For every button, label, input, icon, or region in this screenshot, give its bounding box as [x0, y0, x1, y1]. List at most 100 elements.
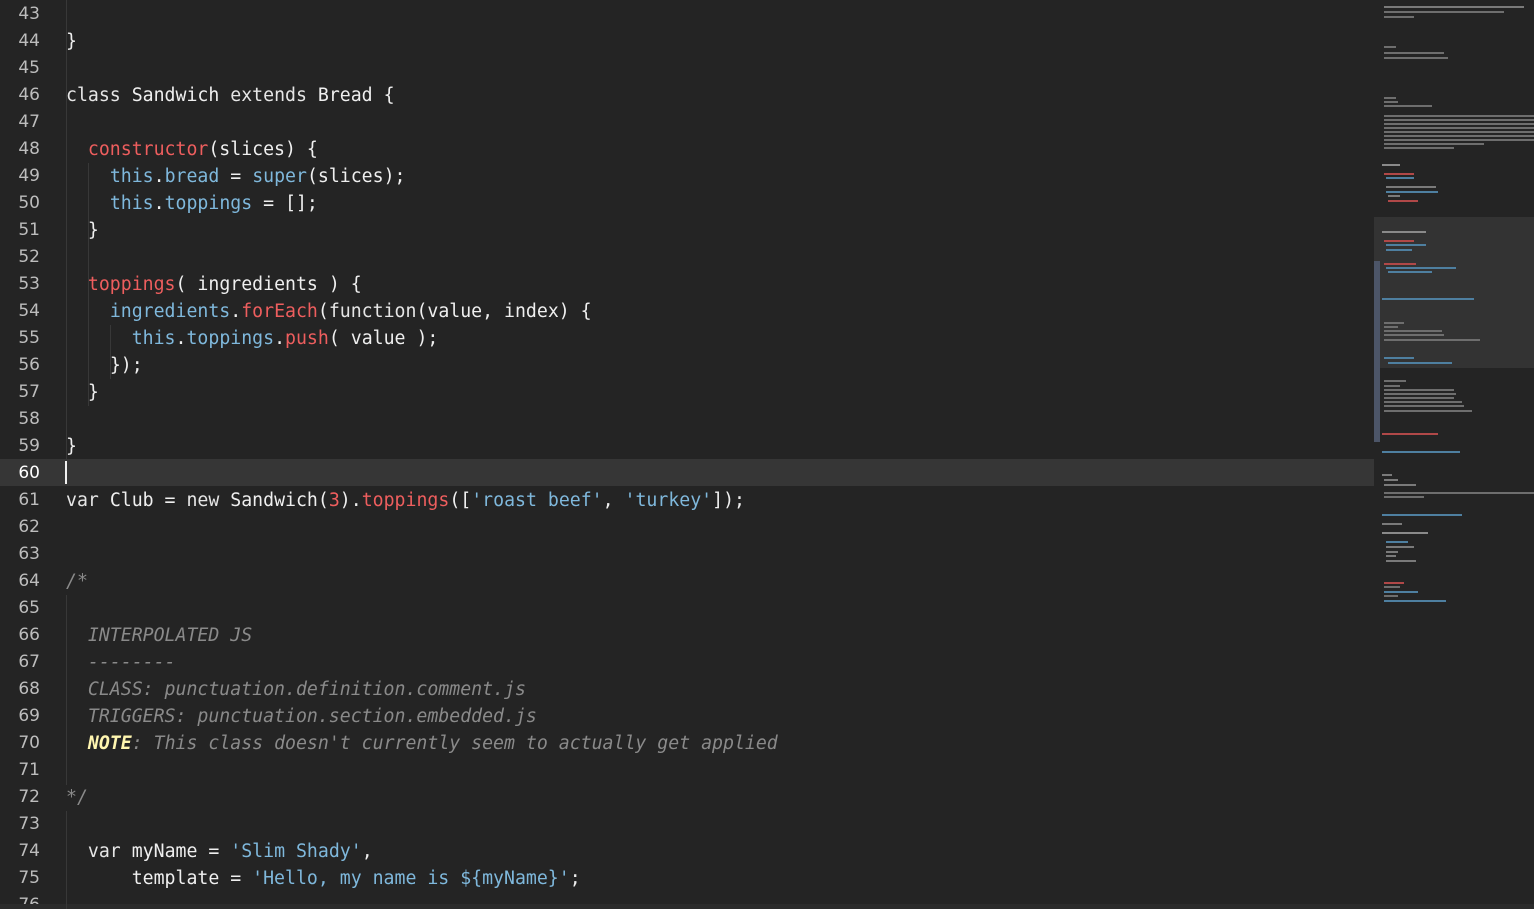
line-number-gutter[interactable]: 43 44 45 46 47 48 49 50 51 52 53 54 55 56 57 58 59 60 61 62… [0, 0, 56, 909]
code-token: new [186, 490, 231, 511]
minimap-stroke [1382, 164, 1400, 166]
line-number[interactable]: 55 [0, 325, 40, 352]
minimap-stroke [1384, 600, 1446, 602]
code-token: . [230, 301, 242, 322]
line-number[interactable]: 47 [0, 109, 40, 136]
code-token: extends [230, 85, 318, 106]
code-line[interactable]: toppings( ingredients ) { [66, 271, 362, 298]
line-number[interactable]: 57 [0, 379, 40, 406]
code-line[interactable]: } [66, 28, 77, 55]
code-line[interactable]: TRIGGERS: punctuation.section.embedded.j… [66, 703, 537, 730]
code-line[interactable]: this.toppings = []; [66, 190, 318, 217]
line-number[interactable]: 69 [0, 703, 40, 730]
line-number[interactable]: 72 [0, 784, 40, 811]
minimap-stroke [1384, 326, 1398, 328]
line-number[interactable]: 74 [0, 838, 40, 865]
minimap-stroke [1384, 595, 1398, 597]
minimap-stroke [1382, 433, 1438, 435]
minimap-stroke [1384, 479, 1398, 481]
line-number[interactable]: 58 [0, 406, 40, 433]
code-token: 'roast beef' [471, 490, 603, 511]
line-number[interactable]: 73 [0, 811, 40, 838]
code-area[interactable]: } class Sandwich extends Bread { construc… [56, 0, 1374, 909]
line-number[interactable]: 54 [0, 298, 40, 325]
minimap-stroke [1384, 496, 1424, 498]
line-number[interactable]: 59 [0, 433, 40, 460]
minimap-stroke [1384, 334, 1444, 336]
code-token: . [153, 166, 165, 187]
code-line[interactable]: */ [66, 784, 88, 811]
code-line[interactable]: } [66, 217, 99, 244]
minimap-stroke [1384, 240, 1414, 242]
minimap-scroll-indicator[interactable] [1374, 261, 1380, 442]
code-token: (slices) { [208, 139, 318, 160]
code-line[interactable]: ingredients.forEach(function(value, inde… [66, 298, 592, 325]
code-token: /* [66, 571, 88, 592]
code-line[interactable]: -------- [66, 649, 176, 676]
code-token: . [153, 193, 165, 214]
line-number[interactable]: 70 [0, 730, 40, 757]
minimap-stroke [1384, 46, 1396, 48]
line-number[interactable]: 45 [0, 55, 40, 82]
line-number[interactable]: 64 [0, 568, 40, 595]
code-line[interactable]: CLASS: punctuation.definition.comment.js [66, 676, 526, 703]
indent-guide [66, 595, 67, 785]
line-number[interactable]: 61 [0, 487, 40, 514]
code-line[interactable]: class Sandwich extends Bread { [66, 82, 395, 109]
code-line[interactable]: NOTE: This class doesn't currently seem … [66, 730, 778, 757]
line-number[interactable]: 68 [0, 676, 40, 703]
line-number[interactable]: 62 [0, 514, 40, 541]
line-number[interactable]: 48 [0, 136, 40, 163]
code-line[interactable]: INTERPOLATED JS [66, 622, 252, 649]
code-line[interactable]: var myName = 'Slim Shady', [66, 838, 373, 865]
minimap-stroke [1386, 551, 1398, 553]
line-number[interactable]: 66 [0, 622, 40, 649]
minimap[interactable] [1374, 0, 1534, 909]
code-line[interactable]: constructor(slices) { [66, 136, 318, 163]
line-number[interactable]: 53 [0, 271, 40, 298]
code-line[interactable]: } [66, 379, 99, 406]
code-token: Bread { [317, 85, 395, 106]
minimap-stroke [1384, 357, 1414, 359]
code-line[interactable]: this.bread = super(slices); [66, 163, 406, 190]
code-line[interactable]: template = 'Hello, my name is ${myName}'… [66, 865, 581, 892]
line-number[interactable]: 56 [0, 352, 40, 379]
minimap-stroke [1384, 492, 1534, 494]
line-number[interactable]: 49 [0, 163, 40, 190]
code-line[interactable]: this.toppings.push( value ); [66, 325, 439, 352]
minimap-stroke [1386, 191, 1438, 193]
minimap-stroke [1382, 523, 1402, 525]
code-line[interactable]: }); [66, 352, 143, 379]
line-number[interactable]: 75 [0, 865, 40, 892]
code-token: Sandwich( [230, 490, 329, 511]
code-line[interactable]: /* [66, 568, 88, 595]
code-token: = []; [252, 193, 318, 214]
status-strip [0, 904, 1534, 909]
line-number[interactable]: 67 [0, 649, 40, 676]
line-number[interactable]: 60 [0, 460, 40, 487]
line-number[interactable]: 46 [0, 82, 40, 109]
minimap-stroke [1384, 405, 1464, 407]
minimap-stroke [1384, 586, 1400, 588]
minimap-stroke [1382, 474, 1392, 476]
line-number[interactable]: 43 [0, 1, 40, 28]
minimap-stroke [1384, 139, 1534, 141]
code-editor[interactable]: 43 44 45 46 47 48 49 50 51 52 53 54 55 56 57 58 59 60 61 62… [0, 0, 1534, 909]
line-number[interactable]: 71 [0, 757, 40, 784]
line-number[interactable]: 52 [0, 244, 40, 271]
code-token: forEach [241, 301, 318, 322]
line-number[interactable]: 51 [0, 217, 40, 244]
line-number[interactable]: 44 [0, 28, 40, 55]
line-number[interactable]: 65 [0, 595, 40, 622]
code-token: var [66, 490, 110, 511]
minimap-stroke [1384, 6, 1524, 8]
code-token: var [87, 841, 132, 862]
line-number[interactable]: 63 [0, 541, 40, 568]
line-number[interactable]: 50 [0, 190, 40, 217]
code-line[interactable]: } [66, 433, 77, 460]
code-line[interactable]: var Club = new Sandwich(3).toppings(['ro… [66, 487, 745, 514]
minimap-stroke [1384, 330, 1442, 332]
